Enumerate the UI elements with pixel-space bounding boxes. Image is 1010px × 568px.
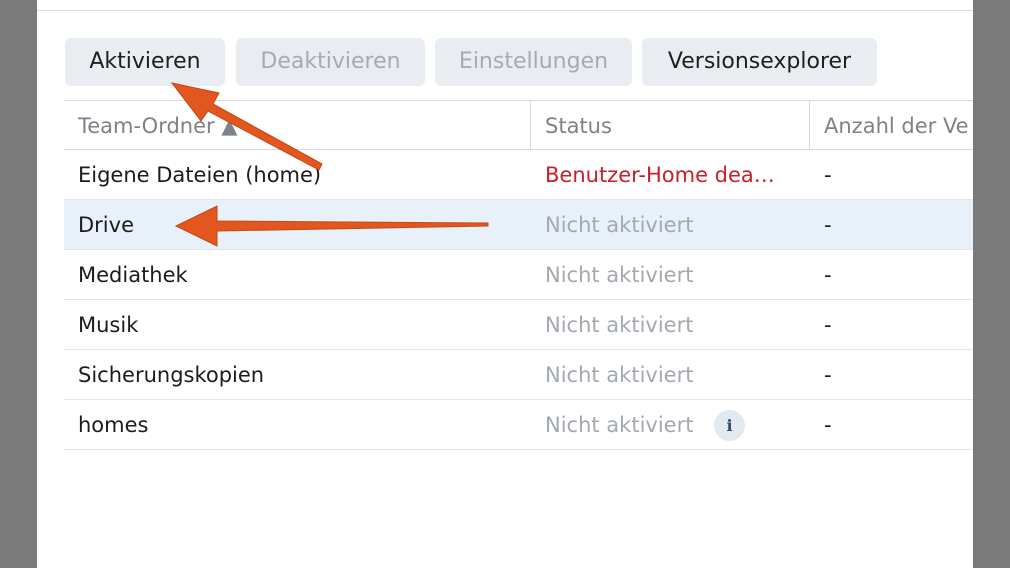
folder-status: Nicht aktiviert [545, 413, 694, 437]
app-window: Aktivieren Deaktivieren Einstellungen Ve… [37, 0, 973, 568]
table-row-selected[interactable]: Drive Nicht aktiviert - [64, 200, 973, 250]
table-row[interactable]: Sicherungskopien Nicht aktiviert - [64, 350, 973, 400]
folder-status: Nicht aktiviert [545, 263, 694, 287]
info-icon[interactable]: i [714, 410, 745, 441]
deactivate-button[interactable]: Deaktivieren [236, 38, 425, 86]
table-row[interactable]: Mediathek Nicht aktiviert - [64, 250, 973, 300]
table-header: Team-Ordner ▲ Status Anzahl der Ve [64, 100, 973, 150]
version-explorer-button[interactable]: Versionsexplorer [642, 38, 877, 86]
version-count: - [824, 363, 832, 387]
table-row[interactable]: Eigene Dateien (home) Benutzer-Home dea…… [64, 150, 973, 200]
folder-name: Eigene Dateien (home) [78, 163, 322, 187]
folder-status: Benutzer-Home dea… [545, 163, 775, 187]
team-folder-table: Team-Ordner ▲ Status Anzahl der Ve Eigen… [64, 100, 973, 450]
activate-button[interactable]: Aktivieren [65, 38, 225, 86]
version-count: - [824, 163, 832, 187]
table-row[interactable]: homes Nicht aktiviert i - [64, 400, 973, 450]
folder-name: Mediathek [78, 263, 188, 287]
column-resize-handle[interactable] [809, 101, 810, 149]
version-count: - [824, 213, 832, 237]
folder-name: Musik [78, 313, 139, 337]
folder-status: Nicht aktiviert [545, 363, 694, 387]
folder-name: Drive [78, 213, 134, 237]
version-count: - [824, 263, 832, 287]
settings-button[interactable]: Einstellungen [435, 38, 632, 86]
folder-status: Nicht aktiviert [545, 313, 694, 337]
folder-name: homes [78, 413, 149, 437]
column-header-team-folder[interactable]: Team-Ordner ▲ [78, 101, 518, 149]
folder-status: Nicht aktiviert [545, 213, 694, 237]
column-header-status[interactable]: Status [545, 101, 805, 149]
version-count: - [824, 313, 832, 337]
column-resize-handle[interactable] [530, 101, 531, 149]
column-header-version-count[interactable]: Anzahl der Ve [824, 101, 973, 149]
table-row[interactable]: Musik Nicht aktiviert - [64, 300, 973, 350]
folder-name: Sicherungskopien [78, 363, 265, 387]
top-divider [37, 10, 973, 11]
version-count: - [824, 413, 832, 437]
